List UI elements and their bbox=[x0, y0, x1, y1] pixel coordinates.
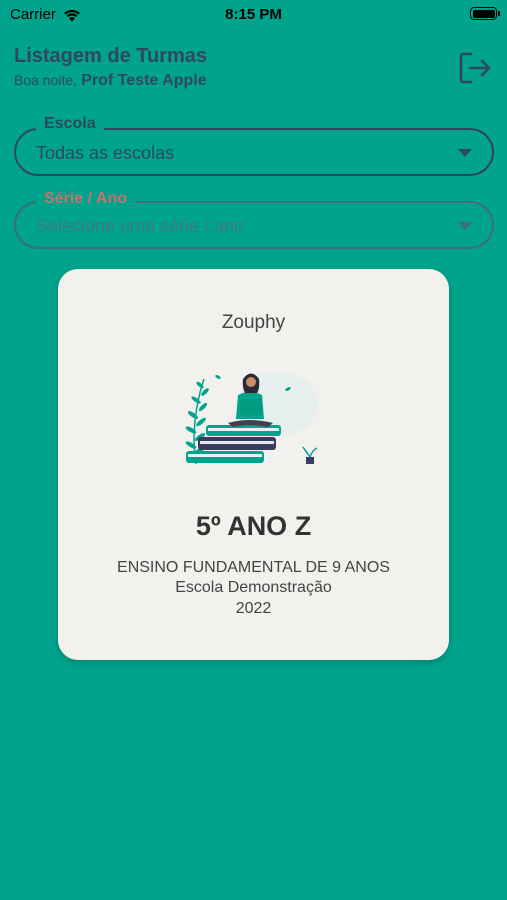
escola-label: Escola bbox=[36, 114, 104, 134]
class-name: 5º ANO Z bbox=[195, 511, 312, 541]
dropdown-arrow-icon bbox=[458, 222, 472, 230]
status-bar: Carrier 8:15 PM bbox=[0, 0, 507, 30]
dropdown-arrow-icon bbox=[458, 149, 472, 157]
greeting-line: Boa noite, Prof Teste Apple bbox=[14, 72, 207, 90]
class-level: ENSINO FUNDAMENTAL DE 9 ANOS bbox=[117, 559, 390, 576]
battery-icon bbox=[470, 7, 500, 20]
escola-value: Todas as escolas bbox=[36, 143, 175, 163]
logout-icon[interactable] bbox=[457, 50, 493, 86]
escola-select[interactable]: Escola Todas as escolas bbox=[14, 114, 494, 176]
serie-placeholder: Selecione uma série / ano bbox=[36, 216, 245, 236]
class-year: 2022 bbox=[235, 600, 272, 617]
greeting-text: Boa noite, bbox=[14, 72, 78, 88]
class-school: Escola Demonstração bbox=[175, 579, 332, 596]
serie-label: Série / Ano bbox=[36, 189, 135, 209]
serie-select[interactable]: Série / Ano Selecione uma série / ano bbox=[14, 189, 494, 249]
page-title: Listagem de Turmas bbox=[14, 45, 208, 67]
person-reading-on-books-illustration bbox=[185, 372, 318, 465]
user-name: Prof Teste Apple bbox=[81, 72, 207, 89]
class-card[interactable]: Zouphy 5º ANO Z ENSINO FUNDAMENTAL DE 9 … bbox=[58, 269, 449, 660]
card-brand: Zouphy bbox=[221, 312, 286, 333]
battery-level bbox=[472, 9, 495, 18]
status-time: 8:15 PM bbox=[225, 6, 282, 23]
